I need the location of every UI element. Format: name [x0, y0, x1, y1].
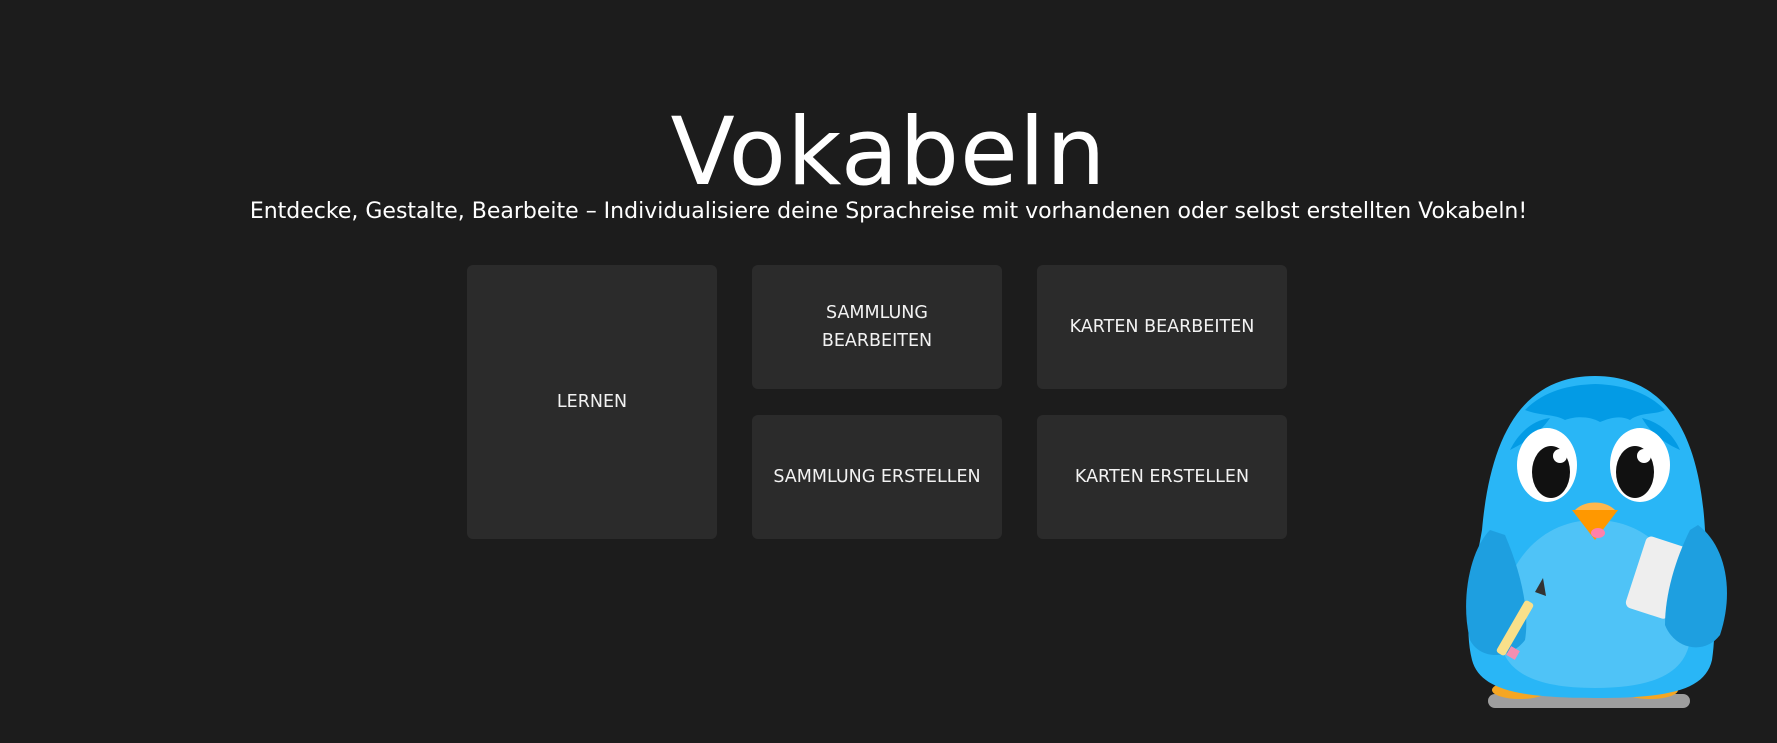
- edit-cards-button-label: KARTEN BEARBEITEN: [1069, 317, 1255, 337]
- edit-collection-button[interactable]: SAMMLUNG BEARBEITEN: [752, 265, 1002, 389]
- create-cards-button[interactable]: KARTEN ERSTELLEN: [1037, 415, 1287, 539]
- create-collection-button[interactable]: SAMMLUNG ERSTELLEN: [752, 415, 1002, 539]
- learn-button-label: LERNEN: [556, 392, 628, 412]
- edit-cards-button[interactable]: KARTEN BEARBEITEN: [1037, 265, 1287, 389]
- create-cards-button-label: KARTEN ERSTELLEN: [1074, 467, 1250, 487]
- penguin-mascot-icon: [1466, 376, 1727, 708]
- edit-collection-button-label: SAMMLUNG BEARBEITEN: [821, 303, 933, 351]
- page-title: Vokabeln: [670, 97, 1107, 207]
- page-subtitle: Entdecke, Gestalte, Bearbeite – Individu…: [249, 199, 1528, 224]
- learn-button[interactable]: LERNEN: [467, 265, 717, 539]
- create-collection-button-label: SAMMLUNG ERSTELLEN: [773, 467, 981, 487]
